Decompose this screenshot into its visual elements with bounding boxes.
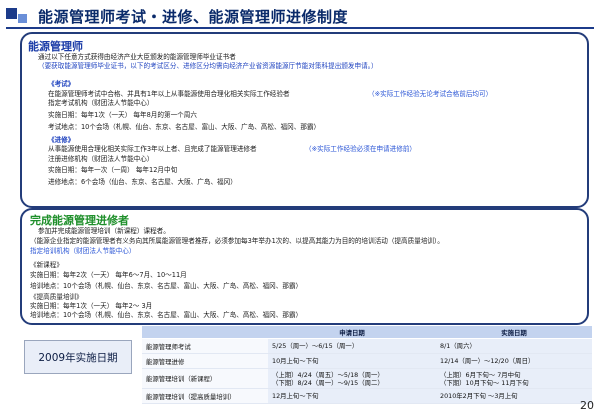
training-section-description: （能源企业指定的能源管理者有义务向其所属能源管理者推荐，必须参加每3年举办1次的…	[30, 237, 444, 245]
exam-heading: 《考试》	[48, 80, 75, 88]
schedule-table: 申请日期 实施日期 能源管理师考试 5/25（周一）～6/15（周一） 8/1（…	[142, 326, 592, 404]
new-course-heading: 《新课程》	[30, 261, 63, 269]
schedule-held-line: （上期）6月下旬～ 7月中旬	[440, 370, 521, 379]
exam-date: 实施日期：每年1次（一天） 每年8月的第一个周六	[48, 111, 197, 119]
training-section-heading: 完成能源管理进修者	[30, 214, 129, 227]
schedule-header-apply: 申请日期	[268, 326, 436, 339]
exam-place: 考试地点：10个会场（札幌、仙台、东京、名古屋、富山、大阪、广岛、高松、福冈、那…	[48, 123, 321, 131]
year-label-box: 2009年实施日期	[24, 340, 132, 374]
quality-training-heading: 《提高质量培训》	[30, 293, 83, 301]
exam-description: 在能源管理师考试中合格、并具有1年以上从事能源使用合理化相关实际工作经验者	[48, 90, 290, 98]
table-row: 能源管理培训（新课程） （上期）4/24（周五）～5/18（周一） （下期）8/…	[142, 368, 592, 389]
schedule-apply: （上期）4/24（周五）～5/18（周一） （下期）8/24（周一）～9/15（…	[268, 368, 436, 389]
training-date: 实施日期：每年一次（一周） 每年12月中旬	[48, 166, 178, 174]
schedule-held: 2010年2月下旬 ～3月上旬	[436, 388, 592, 404]
table-row: 能源管理进修 10月上旬～下旬 12/14（周一）～12/20（周日）	[142, 353, 592, 369]
year-label: 2009年实施日期	[38, 351, 118, 364]
schedule-apply: 10月上旬～下旬	[268, 353, 436, 369]
new-course-place: 培训地点：10个会场（札幌、仙台、东京、名古屋、富山、大阪、广岛、高松、福冈、那…	[30, 282, 303, 290]
new-course-date: 实施日期：每年2次（一天） 每年6～7月、10～11月	[30, 271, 187, 279]
schedule-held: 8/1（周六）	[436, 338, 592, 354]
schedule-item: 能源管理进修	[142, 353, 268, 369]
schedule-apply: 12月上旬～下旬	[268, 388, 436, 404]
table-row: 能源管理师考试 5/25（周一）～6/15（周一） 8/1（周六）	[142, 338, 592, 354]
schedule-item: 能源管理师考试	[142, 338, 268, 354]
training-section-intro: 参加并完成能源管理培训（新课程）课程者。	[38, 227, 170, 235]
page-number: 20	[580, 399, 594, 412]
schedule-held-line: （下期）10月下旬～ 11月下旬	[440, 378, 529, 387]
training-note: （※实际工作经验必须在申请进修前）	[305, 145, 417, 153]
schedule-held: 12/14（周一）～12/20（周日）	[436, 353, 592, 369]
table-row: 能源管理培训（提高质量培训） 12月上旬～下旬 2010年2月下旬 ～3月上旬	[142, 388, 592, 404]
page-title: 能源管理师考试・进修、能源管理师进修制度	[38, 8, 349, 26]
title-decoration-dark	[6, 8, 17, 19]
schedule-held-line: 2010年2月下旬 ～3月上旬	[440, 392, 518, 400]
quality-training-date: 实施日期：每年1次（一天） 每年2～ 3月	[30, 302, 153, 310]
training-section-organization: 指定培训机构（财团法人节能中心）	[30, 247, 136, 255]
schedule-apply: 5/25（周一）～6/15（周一）	[268, 338, 436, 354]
schedule-held-line: 12/14（周一）～12/20（周日）	[440, 357, 535, 365]
schedule-item: 能源管理培训（新课程）	[142, 368, 268, 389]
schedule-apply-line: 12月上旬～下旬	[272, 392, 319, 400]
schedule-header-held: 实施日期	[436, 326, 592, 339]
schedule-item: 能源管理培训（提高质量培训）	[142, 388, 268, 404]
schedule-header-row: 申请日期 实施日期	[142, 326, 592, 339]
exam-section-heading: 能源管理师	[28, 40, 83, 53]
training-heading: 《进修》	[48, 136, 75, 144]
schedule-held: （上期）6月下旬～ 7月中旬 （下期）10月下旬～ 11月下旬	[436, 368, 592, 389]
exam-intro: 通过以下任意方式获得由经济产业大臣颁发的能源管理师毕业证书者	[38, 53, 236, 61]
exam-note: （※实际工作经验无论考试合格前后均可）	[368, 90, 493, 98]
schedule-apply-line: 5/25（周一）～6/15（周一）	[272, 342, 359, 350]
title-divider	[6, 27, 594, 29]
exam-notice: （要获取能源管理师毕业证书，以下的考试区分、进修区分均需向经济产业省资源能源厅节…	[38, 62, 378, 70]
schedule-apply-line: 10月上旬～下旬	[272, 357, 319, 365]
schedule-header-item	[142, 326, 268, 339]
exam-organization: 指定考试机构（财团法人节能中心）	[48, 99, 154, 107]
title-decoration-light	[18, 14, 27, 23]
training-place: 进修地点：6个会场（仙台、东京、名古屋、大阪、广岛、福冈）	[48, 178, 237, 186]
training-organization: 注册进修机构（财团法人节能中心）	[48, 155, 154, 163]
quality-training-place: 培训地点：10个会场（札幌、仙台、东京、名古屋、富山、大阪、广岛、高松、福冈、那…	[30, 311, 303, 319]
schedule-apply-line: （上期）4/24（周五）～5/18（周一）	[272, 370, 384, 379]
schedule-apply-line: （下期）8/24（周一）～9/15（周二）	[272, 378, 384, 387]
training-description: 从事能源使用合理化相关实际工作3年以上者、且完成了能源管理进修者	[48, 145, 257, 153]
schedule-held-line: 8/1（周六）	[440, 342, 476, 350]
